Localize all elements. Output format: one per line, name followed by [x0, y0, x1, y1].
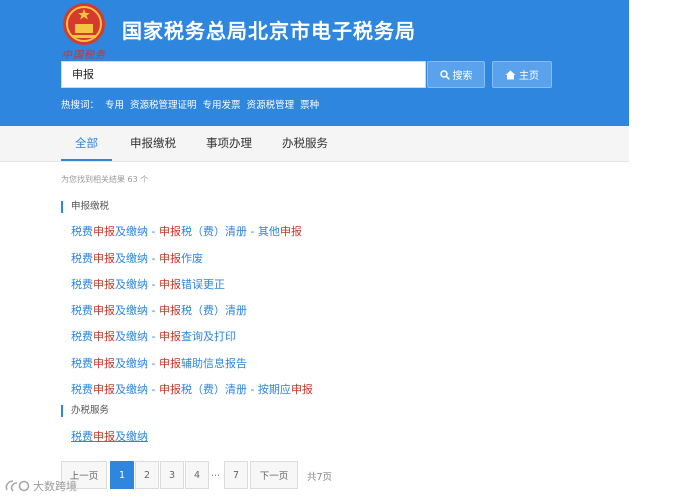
result-text: 作废	[180, 252, 203, 265]
watermark-text: 大数跨境	[33, 480, 77, 493]
hot-word-link[interactable]: 资源税管理证明	[130, 97, 197, 111]
site-title: 国家税务总局北京市电子税务局	[122, 19, 416, 43]
tab-all[interactable]: 全部	[61, 126, 112, 161]
site-header: 中国税务 国家税务总局北京市电子税务局 申报 搜索 主页 热搜词： 专用 资源税…	[0, 0, 629, 126]
result-text: 税费	[71, 225, 93, 238]
result-text: 税（费）清册 - 按期应	[180, 383, 291, 396]
result-text: 及缴纳 -	[115, 252, 159, 265]
result-text: 及缴纳 -	[115, 357, 159, 370]
home-button-label: 主页	[519, 71, 539, 82]
search-input-value: 申报	[72, 68, 94, 81]
magnifier-icon	[439, 69, 450, 80]
result-text: 及缴纳 -	[115, 304, 159, 317]
keyword-highlight: 申报	[93, 252, 115, 265]
keyword-highlight: 申报	[158, 383, 181, 396]
keyword-highlight: 申报	[93, 357, 115, 370]
page-button-7[interactable]: 7	[224, 461, 248, 489]
keyword-highlight: 申报	[158, 278, 181, 291]
hot-word-link[interactable]: 专用	[105, 97, 124, 111]
page-button-4[interactable]: 4	[185, 461, 209, 489]
keyword-highlight: 申报	[93, 225, 115, 238]
search-input[interactable]: 申报	[61, 61, 426, 88]
result-text: 查询及打印	[180, 330, 236, 343]
result-link[interactable]: 税费申报及缴纳 - 申报错误更正	[71, 276, 225, 292]
result-text: 辅助信息报告	[180, 357, 247, 370]
page-button-2[interactable]: 2	[135, 461, 159, 489]
category-tabs: 全部 申报缴税 事项办理 办税服务	[0, 126, 629, 162]
home-button[interactable]: 主页	[492, 61, 552, 88]
result-text: 及缴纳 -	[115, 330, 159, 343]
watermark: 大数跨境	[4, 478, 77, 494]
result-link[interactable]: 税费申报及缴纳 - 申报作废	[71, 250, 203, 266]
result-link[interactable]: 税费申报及缴纳 - 申报税（费）清册	[71, 302, 247, 318]
hot-word-link[interactable]: 专用发票	[203, 97, 241, 111]
result-text: 税费	[71, 304, 93, 317]
tab-declare-pay-tax[interactable]: 申报缴税	[124, 126, 182, 161]
tab-tax-services[interactable]: 办税服务	[276, 126, 334, 161]
watermark-logo-icon	[5, 480, 30, 492]
result-text: 税费	[71, 330, 93, 343]
keyword-highlight: 申报	[290, 383, 313, 396]
keyword-highlight: 申报	[93, 304, 115, 317]
national-emblem-icon	[63, 3, 105, 45]
result-link[interactable]: 税费申报及缴纳 - 申报辅助信息报告	[71, 355, 247, 371]
keyword-highlight: 申报	[93, 330, 115, 343]
search-button[interactable]: 搜索	[427, 61, 485, 88]
keyword-highlight: 申报	[158, 304, 181, 317]
home-icon	[505, 70, 516, 79]
result-text: 税费	[71, 383, 93, 396]
result-link[interactable]: 税费申报及缴纳 - 申报税（费）清册 - 按期应申报	[71, 381, 313, 397]
result-text: 税费	[71, 357, 93, 370]
section-title: 办税服务	[61, 405, 109, 417]
hot-word-link[interactable]: 票种	[300, 97, 319, 111]
result-text: 错误更正	[180, 278, 225, 291]
brand-script-logo: 中国税务	[62, 50, 106, 61]
result-count: 为您找到相关结果 63 个	[61, 175, 149, 184]
keyword-highlight: 申报	[158, 252, 181, 265]
hot-search-label: 热搜词：	[61, 100, 100, 111]
result-text: 及缴纳	[115, 430, 148, 443]
result-text: 税费	[71, 252, 93, 265]
hot-word-link[interactable]: 资源税管理	[247, 97, 295, 111]
keyword-highlight: 申报	[93, 278, 115, 291]
hot-search-words: 热搜词： 专用 资源税管理证明 专用发票 资源税管理 票种	[61, 97, 319, 111]
page-button-1[interactable]: 1	[110, 461, 134, 489]
result-link[interactable]: 税费申报及缴纳	[71, 428, 148, 444]
result-text: 及缴纳 -	[115, 225, 159, 238]
keyword-highlight: 申报	[158, 330, 181, 343]
total-pages: 共7页	[307, 472, 333, 483]
next-page-button[interactable]: 下一页	[250, 461, 298, 489]
result-text: 税费	[71, 430, 93, 443]
result-text: 及缴纳 -	[115, 383, 159, 396]
pager-ellipsis: ...	[211, 468, 221, 479]
section-title: 申报缴税	[61, 201, 109, 213]
page-button-3[interactable]: 3	[160, 461, 184, 489]
result-text: 税费	[71, 278, 93, 291]
result-text: 及缴纳 -	[115, 278, 159, 291]
keyword-highlight: 申报	[158, 225, 181, 238]
result-link[interactable]: 税费申报及缴纳 - 申报税（费）清册 - 其他申报	[71, 223, 302, 239]
keyword-highlight: 申报	[93, 430, 115, 443]
search-button-label: 搜索	[452, 71, 473, 82]
keyword-highlight: 申报	[158, 357, 181, 370]
result-text: 税（费）清册 - 其他	[180, 225, 280, 238]
keyword-highlight: 申报	[93, 383, 115, 396]
result-text: 税（费）清册	[180, 304, 247, 317]
keyword-highlight: 申报	[279, 225, 302, 238]
tab-matters[interactable]: 事项办理	[200, 126, 258, 161]
result-link[interactable]: 税费申报及缴纳 - 申报查询及打印	[71, 328, 236, 344]
